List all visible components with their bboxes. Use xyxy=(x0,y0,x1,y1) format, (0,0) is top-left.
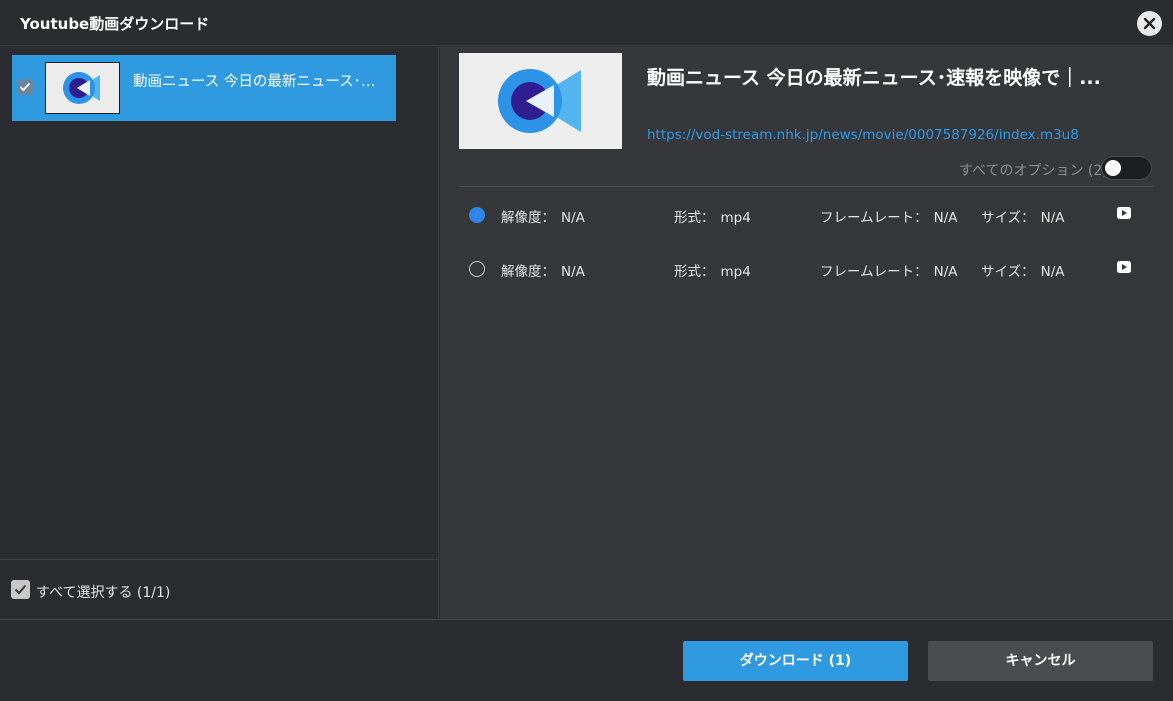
check-icon xyxy=(19,82,31,92)
resolution-label: 解像度： xyxy=(501,264,555,280)
detail-thumbnail xyxy=(459,53,622,149)
youtube-play-icon[interactable] xyxy=(1117,207,1131,219)
video-camera-logo-icon xyxy=(63,72,100,104)
framerate-cell: フレームレート： N/A xyxy=(820,206,958,226)
framerate-cell: フレームレート： N/A xyxy=(820,260,958,280)
resolution-label: 解像度： xyxy=(501,210,555,226)
close-button[interactable] xyxy=(1137,11,1162,36)
title-bar: Youtube動画ダウンロード xyxy=(0,0,1173,46)
item-title: 動画ニュース 今日の最新ニュース･速報を映像で｜... xyxy=(133,74,388,90)
all-options-text: すべてのオプション xyxy=(959,163,1084,179)
framerate-value: N/A xyxy=(933,264,958,280)
video-list-item[interactable]: 動画ニュース 今日の最新ニュース･速報を映像で｜... xyxy=(12,55,396,121)
detail-url-link[interactable]: https://vod-stream.nhk.jp/news/movie/000… xyxy=(647,127,1079,143)
item-checkbox[interactable] xyxy=(17,79,33,95)
format-value: mp4 xyxy=(720,210,751,226)
format-label: 形式： xyxy=(674,210,715,226)
cancel-button[interactable]: キャンセル xyxy=(928,641,1153,681)
item-thumbnail xyxy=(45,62,120,114)
download-button[interactable]: ダウンロード (1) xyxy=(683,641,908,681)
divider xyxy=(459,186,1153,187)
resolution-value: N/A xyxy=(561,264,585,280)
format-cell: 形式： mp4 xyxy=(674,206,751,226)
size-cell: サイズ： N/A xyxy=(981,260,1065,280)
video-camera-logo-icon xyxy=(498,69,581,133)
select-all-bar: すべて選択する (1/1) xyxy=(0,559,438,619)
all-options-toggle[interactable] xyxy=(1101,156,1152,180)
size-value: N/A xyxy=(1040,210,1065,226)
all-options-label: すべてのオプション (2) xyxy=(959,160,1108,180)
select-all-count: (1/1) xyxy=(136,585,171,601)
dialog-footer: ダウンロード (1) キャンセル xyxy=(0,619,1173,701)
framerate-value: N/A xyxy=(933,210,958,226)
format-value: mp4 xyxy=(720,264,751,280)
resolution-cell: 解像度： N/A xyxy=(501,260,585,280)
size-label: サイズ： xyxy=(981,264,1035,280)
size-value: N/A xyxy=(1040,264,1065,280)
size-cell: サイズ： N/A xyxy=(981,206,1065,226)
detail-panel: 動画ニュース 今日の最新ニュース･速報を映像で｜... https://vod-… xyxy=(440,47,1173,619)
format-option-row[interactable]: 解像度： N/A 形式： mp4 フレームレート： N/A サイズ： N/A xyxy=(459,194,1153,234)
select-all-text: すべて選択する xyxy=(36,585,133,601)
check-icon xyxy=(14,584,27,595)
toggle-knob xyxy=(1105,160,1121,176)
size-label: サイズ： xyxy=(981,210,1035,226)
video-list-panel: 動画ニュース 今日の最新ニュース･速報を映像で｜... すべて選択する (1/1… xyxy=(0,47,439,619)
framerate-label: フレームレート： xyxy=(820,264,928,280)
youtube-play-icon[interactable] xyxy=(1117,261,1131,273)
option-radio-selected[interactable] xyxy=(469,207,485,223)
resolution-value: N/A xyxy=(561,210,585,226)
window-title: Youtube動画ダウンロード xyxy=(20,15,210,33)
select-all-checkbox[interactable] xyxy=(11,580,30,599)
format-option-row[interactable]: 解像度： N/A 形式： mp4 フレームレート： N/A サイズ： N/A xyxy=(459,248,1153,288)
select-all-label: すべて選択する (1/1) xyxy=(36,582,170,602)
detail-title: 動画ニュース 今日の最新ニュース･速報を映像で｜... xyxy=(647,67,1101,89)
format-cell: 形式： mp4 xyxy=(674,260,751,280)
format-label: 形式： xyxy=(674,264,715,280)
resolution-cell: 解像度： N/A xyxy=(501,206,585,226)
close-icon xyxy=(1143,17,1156,30)
framerate-label: フレームレート： xyxy=(820,210,928,226)
option-radio-unselected[interactable] xyxy=(469,261,485,277)
